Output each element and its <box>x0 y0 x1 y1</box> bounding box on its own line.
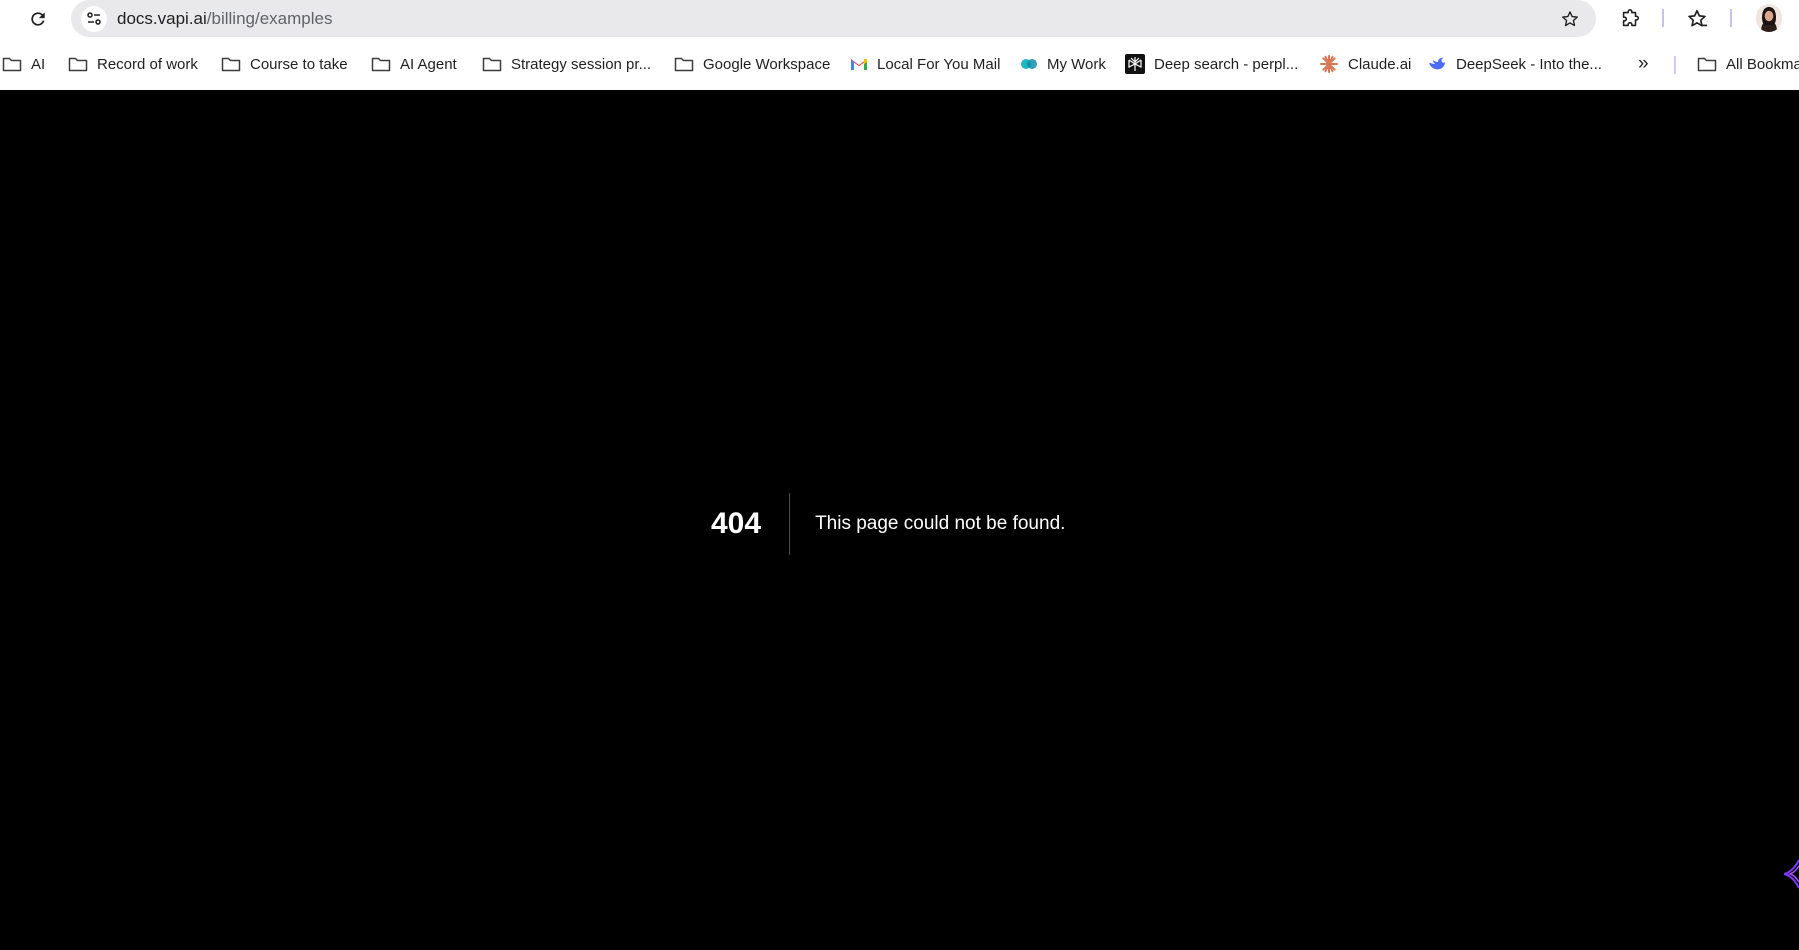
error-404-block: 404 This page could not be found. <box>711 493 1065 555</box>
star-list-icon[interactable] <box>1684 6 1710 32</box>
bookmark-label: AI <box>31 55 46 73</box>
url-text[interactable]: docs.vapi.ai/billing/examples <box>117 9 332 29</box>
bookmark-label: Course to take <box>250 55 348 73</box>
toolbar-separator <box>1662 9 1664 27</box>
bookmark-folder-ai[interactable]: AI <box>2 52 45 76</box>
error-code: 404 <box>711 493 791 555</box>
browser-toolbar: docs.vapi.ai/billing/examples <box>0 0 1799 38</box>
bookmark-label: Strategy session pr... <box>511 55 652 73</box>
url-path: /billing/examples <box>206 9 333 28</box>
gmail-icon <box>851 59 867 70</box>
bookmark-folder-record-of-work[interactable]: Record of work <box>68 52 198 76</box>
url-domain: docs.vapi.ai <box>117 9 207 28</box>
bookmark-label: All Bookma <box>1726 55 1799 73</box>
folder-icon <box>2 57 22 72</box>
star-icon[interactable] <box>1558 7 1582 31</box>
folder-icon <box>1697 57 1717 72</box>
sparkle-icon[interactable] <box>1784 856 1799 892</box>
folder-icon <box>221 57 241 72</box>
bookmark-label: Google Workspace <box>703 55 831 73</box>
bookmark-label: DeepSeek - Into the... <box>1456 55 1602 73</box>
profile-avatar[interactable] <box>1756 4 1782 32</box>
puzzle-icon[interactable] <box>1617 6 1643 32</box>
toolbar-separator <box>1730 9 1732 27</box>
perplexity-icon <box>1125 54 1145 74</box>
bookmark-deep-search-perplexity[interactable]: Deep search - perpl... <box>1125 52 1298 76</box>
bookmark-label: Deep search - perpl... <box>1154 55 1299 73</box>
bookmarks-bar: AI Record of work Course to take AI Agen… <box>0 48 1799 80</box>
site-info-icon[interactable] <box>81 6 107 32</box>
bookmark-label: Local For You Mail <box>877 55 1001 73</box>
folder-icon <box>68 57 88 72</box>
bookmark-claude-ai[interactable]: Claude.ai <box>1319 52 1411 76</box>
bookmark-deepseek[interactable]: DeepSeek - Into the... <box>1427 52 1602 76</box>
bookmark-my-work[interactable]: My Work <box>1020 52 1106 76</box>
bookmark-label: Claude.ai <box>1348 55 1412 73</box>
bookmark-folder-google-workspace[interactable]: Google Workspace <box>674 52 830 76</box>
browser-chrome: docs.vapi.ai/billing/examples AI Record … <box>0 0 1799 90</box>
bookmark-label: My Work <box>1047 55 1106 73</box>
claude-icon <box>1320 55 1338 73</box>
address-bar[interactable]: docs.vapi.ai/billing/examples <box>71 0 1596 37</box>
page-content: 404 This page could not be found. <box>0 90 1799 950</box>
bookmark-all-bookmarks[interactable]: All Bookma <box>1697 52 1799 76</box>
reload-icon[interactable] <box>26 7 50 31</box>
bookmark-local-for-you-mail[interactable]: Local For You Mail <box>850 52 1000 76</box>
bookmark-folder-strategy-session[interactable]: Strategy session pr... <box>482 52 651 76</box>
bookmark-label: AI Agent <box>400 55 457 73</box>
bookmark-folder-ai-agent[interactable]: AI Agent <box>371 52 457 76</box>
error-message: This page could not be found. <box>815 513 1066 534</box>
chevron-double-right-icon: » <box>1638 53 1649 74</box>
bookmark-label: Record of work <box>97 55 198 73</box>
bookmarks-separator <box>1674 56 1676 74</box>
folder-icon <box>371 57 391 72</box>
bookmarks-overflow-button[interactable]: » <box>1638 52 1649 76</box>
mywork-icon <box>1021 59 1037 69</box>
folder-icon <box>482 57 502 72</box>
folder-icon <box>674 57 694 72</box>
bookmark-folder-course-to-take[interactable]: Course to take <box>221 52 348 76</box>
deepseek-icon <box>1429 57 1445 70</box>
